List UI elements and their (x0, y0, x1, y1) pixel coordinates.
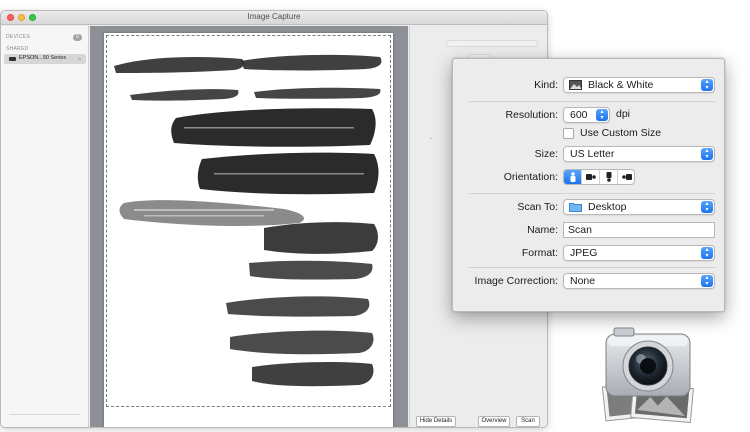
shared-header: SHARED (6, 46, 29, 52)
custom-size-checkbox[interactable] (563, 128, 574, 139)
window-title: Image Capture (247, 12, 301, 21)
scan-area-selection[interactable] (106, 35, 391, 407)
divider (469, 267, 715, 268)
chevron-updown-icon: ▴ ▾ (701, 201, 713, 213)
title-bar[interactable]: Image Capture (1, 11, 547, 25)
orientation-segmented-control (563, 169, 635, 185)
devices-count-badge: 0 (73, 34, 82, 41)
scan-button[interactable]: Scan (516, 416, 540, 427)
scan-to-label: Scan To: (517, 201, 558, 213)
divider (469, 193, 715, 194)
devices-header: DEVICES (6, 34, 31, 40)
image-correction-popup[interactable]: None ▴ ▾ (563, 273, 715, 289)
sidebar-item-label: EPSON...50 Series (19, 55, 67, 61)
size-popup[interactable]: US Letter ▴ ▾ (563, 146, 715, 162)
person-upright-icon (570, 172, 576, 182)
overview-button[interactable]: Overview (478, 416, 510, 427)
format-popup[interactable]: JPEG ▴ ▾ (563, 245, 715, 261)
faint-row: ▪ (430, 136, 432, 142)
image-correction-label: Image Correction: (474, 275, 558, 287)
chevron-updown-icon: ▴ ▾ (701, 79, 713, 91)
orientation-upright[interactable] (564, 170, 582, 184)
orientation-rotated-right[interactable] (618, 170, 634, 184)
chevron-updown-icon: ▴ ▾ (701, 275, 713, 287)
resolution-combobox[interactable]: 600 ▴ ▾ (563, 107, 610, 123)
chevron-updown-icon: ▴ ▾ (596, 109, 608, 121)
resolution-label: Resolution: (505, 109, 558, 121)
sidebar: DEVICES 0 SHARED EPSON...50 Series ⌂ (1, 26, 89, 427)
scanned-page (104, 33, 393, 427)
chevron-updown-icon: ▴ ▾ (701, 247, 713, 259)
sidebar-item-scanner[interactable]: EPSON...50 Series ⌂ (4, 54, 86, 64)
resolution-unit: dpi (616, 108, 631, 120)
name-label: Name: (527, 224, 558, 236)
scan-settings-panel: Kind: Black & White ▴ ▾ Resolution: 600 ▴… (452, 58, 725, 312)
orientation-upside-down[interactable] (600, 170, 618, 184)
kind-label: Kind: (534, 79, 558, 91)
custom-size-label: Use Custom Size (580, 127, 662, 139)
chevron-updown-icon: ▴ ▾ (701, 148, 713, 160)
format-label: Format: (521, 247, 558, 259)
scan-to-popup[interactable]: Desktop ▴ ▾ (563, 199, 715, 215)
faint-device-popup (446, 40, 538, 47)
scanner-icon (9, 57, 16, 61)
image-capture-app-icon (601, 327, 694, 424)
shared-icon: ⌂ (78, 56, 82, 62)
person-upside-down-icon (606, 172, 612, 182)
person-rotated-left-icon (586, 174, 596, 180)
name-field[interactable]: Scan (563, 222, 715, 238)
person-rotated-right-icon (622, 174, 632, 180)
hide-details-button[interactable]: Hide Details (416, 416, 456, 427)
black-white-photo-icon (569, 80, 582, 90)
folder-icon (569, 203, 582, 212)
orientation-rotated-left[interactable] (582, 170, 600, 184)
stage: Image Capture DEVICES 0 SHARED EPSON...5… (0, 0, 750, 432)
size-label: Size: (534, 148, 558, 160)
scan-preview (90, 26, 408, 427)
orientation-label: Orientation: (503, 171, 558, 183)
divider (469, 101, 715, 102)
sidebar-scrollbar[interactable] (9, 414, 80, 415)
kind-popup[interactable]: Black & White ▴ ▾ (563, 77, 715, 93)
